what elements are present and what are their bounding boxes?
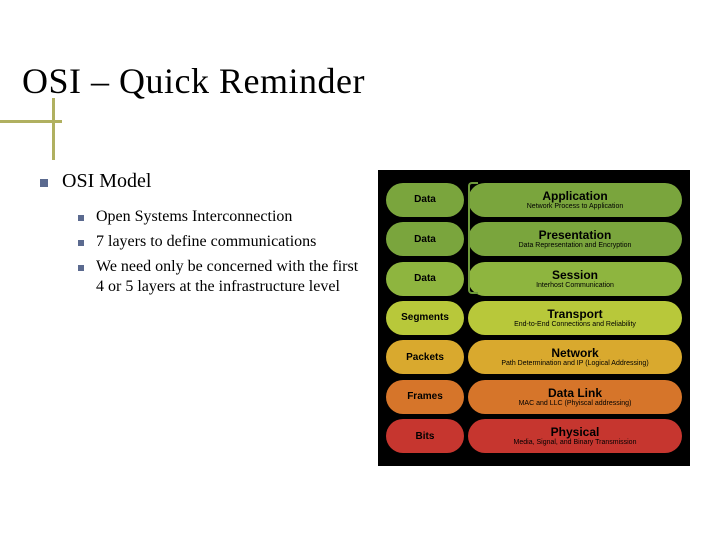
layer-pill: Session Interhost Communication — [468, 262, 682, 296]
layer-pill: Presentation Data Representation and Enc… — [468, 222, 682, 256]
layer-name: Network — [551, 347, 598, 359]
data-unit-pill: Data — [386, 262, 464, 296]
osi-diagram: Data Application Network Process to Appl… — [378, 170, 690, 466]
layer-subtitle: Media, Signal, and Binary Transmission — [514, 439, 637, 446]
list-item: We need only be concerned with the first… — [78, 257, 370, 299]
layer-subtitle: Data Representation and Encryption — [519, 242, 632, 249]
data-unit-pill: Packets — [386, 340, 464, 374]
layer-name: Physical — [551, 426, 600, 438]
data-unit-pill: Data — [386, 183, 464, 217]
bullet-text: We need only be concerned with the first… — [96, 257, 370, 299]
layer-pill: Network Path Determination and IP (Logic… — [468, 340, 682, 374]
layer-name: Transport — [547, 308, 602, 320]
title-accent-vertical — [52, 98, 55, 160]
layer-subtitle: Network Process to Application — [527, 203, 624, 210]
layer-row: Bits Physical Media, Signal, and Binary … — [386, 419, 682, 453]
bracket-icon — [468, 182, 478, 294]
bullet-icon — [40, 179, 48, 187]
bullet-text: 7 layers to define communications — [96, 232, 316, 253]
layer-subtitle: Path Determination and IP (Logical Addre… — [501, 360, 648, 367]
list-item: 7 layers to define communications — [78, 232, 370, 253]
layer-subtitle: MAC and LLC (Phyiscal addressing) — [519, 400, 632, 407]
layer-row: Data Application Network Process to Appl… — [386, 183, 682, 217]
title-container: OSI – Quick Reminder — [22, 60, 365, 102]
bullet-icon — [78, 215, 84, 221]
content-area: OSI Model Open Systems Interconnection 7… — [40, 170, 370, 302]
layer-name: Presentation — [539, 229, 612, 241]
data-unit-pill: Segments — [386, 301, 464, 335]
data-unit-pill: Bits — [386, 419, 464, 453]
bullet-icon — [78, 240, 84, 246]
data-unit-pill: Data — [386, 222, 464, 256]
layer-row: Segments Transport End-to-End Connection… — [386, 301, 682, 335]
layer-row: Packets Network Path Determination and I… — [386, 340, 682, 374]
data-unit-pill: Frames — [386, 380, 464, 414]
layer-name: Data Link — [548, 387, 602, 399]
heading-item: OSI Model — [40, 170, 370, 193]
layer-name: Application — [542, 190, 607, 202]
layer-subtitle: End-to-End Connections and Reliability — [514, 321, 636, 328]
heading-text: OSI Model — [62, 170, 151, 193]
layer-row: Data Presentation Data Representation an… — [386, 222, 682, 256]
layer-pill: Physical Media, Signal, and Binary Trans… — [468, 419, 682, 453]
layer-pill: Transport End-to-End Connections and Rel… — [468, 301, 682, 335]
bullet-icon — [78, 265, 84, 271]
slide-title: OSI – Quick Reminder — [22, 60, 365, 102]
bullet-text: Open Systems Interconnection — [96, 207, 292, 228]
layer-name: Session — [552, 269, 598, 281]
layer-row: Frames Data Link MAC and LLC (Phyiscal a… — [386, 380, 682, 414]
list-item: Open Systems Interconnection — [78, 207, 370, 228]
layer-pill: Data Link MAC and LLC (Phyiscal addressi… — [468, 380, 682, 414]
layer-row: Data Session Interhost Communication — [386, 262, 682, 296]
layer-subtitle: Interhost Communication — [536, 282, 614, 289]
layer-pill: Application Network Process to Applicati… — [468, 183, 682, 217]
